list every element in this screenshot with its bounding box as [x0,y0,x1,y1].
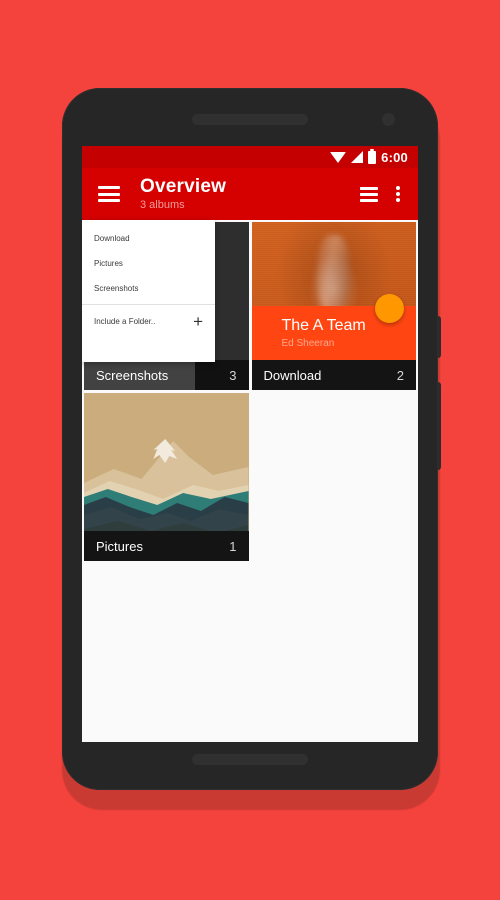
dropdown-item-label: Download [94,234,130,243]
album-name: Pictures [96,538,143,554]
album-count: 3 [229,367,237,383]
toolbar-actions [360,186,408,202]
album-name: Screenshots [96,367,169,383]
phone-device: 6:00 Overview 3 albums Screenshots 3 The… [62,88,438,790]
album-card-download[interactable]: The A Team Ed Sheeran Download 2 [251,222,416,390]
phone-screen: 6:00 Overview 3 albums Screenshots 3 The… [82,146,418,742]
album-name: Download [263,367,322,383]
album-card-label-bar: Screenshots 3 [84,360,249,390]
album-count: 2 [396,367,404,383]
album-card-pictures[interactable]: Pictures 1 [84,393,249,561]
plus-icon: + [193,312,203,331]
dropdown-item-label: Screenshots [94,284,139,293]
status-bar: 6:00 [82,146,418,168]
earpiece-speaker [192,114,308,125]
folder-dropdown-menu: Download Pictures Screenshots Include a … [82,220,215,362]
signal-icon [351,151,364,163]
dropdown-item-label: Include a Folder.. [94,317,156,327]
album-grid-area: Screenshots 3 The A Team Ed Sheeran Down… [82,220,418,742]
hamburger-icon[interactable] [98,186,120,202]
play-fab-icon[interactable] [375,294,404,323]
page-title: Overview [140,175,227,197]
album-card-label-bar: Pictures 1 [84,531,249,561]
wifi-icon [330,151,347,163]
now-playing-artist: Ed Sheeran [281,338,335,349]
page-subtitle: 3 albums [140,198,185,211]
front-camera [382,113,395,126]
dropdown-item-include-folder[interactable]: Include a Folder.. + [82,308,215,336]
album-card-label-bar: Download 2 [251,360,416,390]
list-view-icon[interactable] [360,186,378,202]
album-count: 1 [229,538,237,554]
dropdown-item-screenshots[interactable]: Screenshots [82,276,215,301]
bottom-speaker [192,754,308,765]
dropdown-item-label: Pictures [94,259,123,268]
app-toolbar: Overview 3 albums [82,168,418,220]
status-bar-clock: 6:00 [381,149,408,165]
dropdown-item-download[interactable]: Download [82,226,215,251]
dropdown-item-pictures[interactable]: Pictures [82,251,215,276]
toolbar-title-group: Overview 3 albums [140,175,360,211]
battery-icon [368,148,377,164]
dropdown-divider [82,304,215,305]
overflow-menu-icon[interactable] [396,186,400,202]
